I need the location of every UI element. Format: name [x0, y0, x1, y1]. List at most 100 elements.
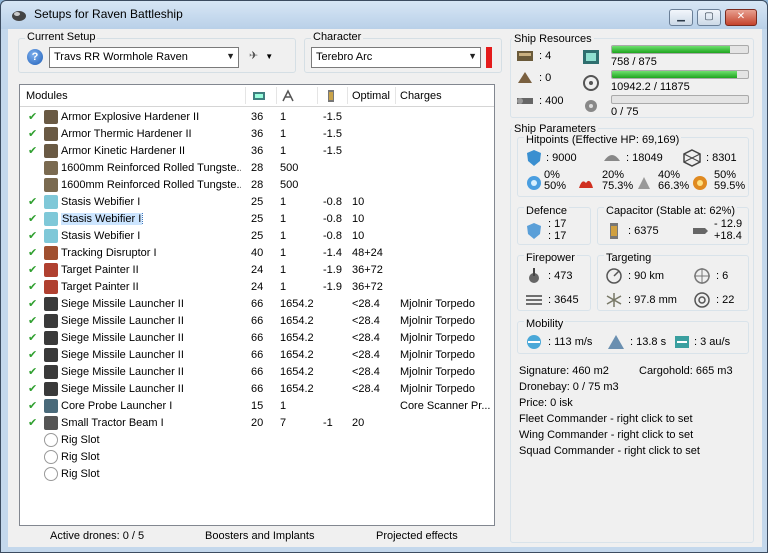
modules-header: Modules Optimal Charges	[20, 85, 494, 107]
boosters-implants-button[interactable]: Boosters and Implants	[205, 530, 314, 542]
online-check-icon[interactable]: ✔	[28, 331, 40, 344]
module-c2-cell: 1	[280, 400, 287, 412]
character-label: Character	[311, 31, 364, 43]
module-c2-cell: 1	[280, 230, 287, 242]
online-check-icon[interactable]: ✔	[28, 280, 40, 293]
module-c1-cell: 36	[251, 111, 264, 123]
max-targets-value: : 6	[716, 270, 729, 282]
modules-list[interactable]: Modules Optimal Charges ✔ Armor Explosive…	[19, 84, 495, 526]
fleet-commander-slot[interactable]: Fleet Commander - right click to set	[519, 413, 693, 425]
module-name: Armor Thermic Hardener II	[61, 128, 192, 140]
module-optimal-cell: <28.4	[352, 383, 380, 395]
module-row[interactable]: ✔ Stasis Webifier I 25 1 -0.8 10	[20, 228, 494, 245]
online-check-icon[interactable]: ✔	[28, 110, 40, 123]
module-row[interactable]: ✔ Small Tractor Beam I 20 7 -1 20	[20, 415, 494, 432]
module-icon	[44, 280, 58, 294]
minimize-button[interactable]: ▁	[669, 9, 693, 26]
module-row[interactable]: ✔ Core Probe Launcher I 15 1 Core Scanner Pr…	[20, 398, 494, 415]
module-c1-cell: 36	[251, 128, 264, 140]
online-check-icon[interactable]: ✔	[28, 212, 40, 225]
online-check-icon[interactable]: ✔	[28, 229, 40, 242]
maximize-button[interactable]: ▢	[697, 9, 721, 26]
module-row[interactable]: ✔ Armor Explosive Hardener II 36 1 -1.5	[20, 109, 494, 126]
module-name: 1600mm Reinforced Rolled Tungste...	[61, 179, 241, 191]
module-row[interactable]: 1600mm Reinforced Rolled Tungste... 28 500	[20, 177, 494, 194]
module-row[interactable]: ✔ Siege Missile Launcher II 66 1654.2 <28.4 M…	[20, 364, 494, 381]
module-optimal-cell: 48+24	[352, 247, 383, 259]
column-charges[interactable]: Charges	[400, 90, 442, 102]
module-row[interactable]: ✔ Target Painter II 24 1 -1.9 36+72	[20, 262, 494, 279]
column-modules[interactable]: Modules	[26, 90, 68, 102]
module-name: Siege Missile Launcher II	[61, 383, 184, 395]
module-c1-cell: 28	[251, 162, 264, 174]
module-row[interactable]: ✔ Armor Kinetic Hardener II 36 1 -1.5	[20, 143, 494, 160]
target-range-icon	[606, 268, 622, 284]
signature-text: Signature: 460 m2	[519, 365, 609, 377]
online-check-icon[interactable]: ✔	[28, 263, 40, 276]
module-row[interactable]: ✔ Siege Missile Launcher II 66 1654.2 <28.4 M…	[20, 330, 494, 347]
module-row[interactable]: ✔ Siege Missile Launcher II 66 1654.2 <28.4 M…	[20, 347, 494, 364]
setup-options-button[interactable]: ✈ ▼	[249, 49, 273, 62]
module-row[interactable]: ✔ Stasis Webifier I 25 1 -0.8 10	[20, 194, 494, 211]
structure-hp: : 8301	[706, 152, 737, 164]
structure-icon	[683, 149, 701, 167]
module-row[interactable]: Rig Slot	[20, 466, 494, 483]
drone-bandwidth-icon	[517, 98, 533, 104]
online-check-icon[interactable]: ✔	[28, 348, 40, 361]
close-button[interactable]: ✕	[725, 9, 757, 26]
module-c1-cell: 24	[251, 281, 264, 293]
module-charges-cell: Mjolnir Torpedo	[400, 366, 476, 378]
module-icon	[44, 110, 58, 124]
online-check-icon[interactable]: ✔	[28, 416, 40, 429]
ship-app-icon	[12, 11, 26, 21]
projected-effects-button[interactable]: Projected effects	[376, 530, 458, 542]
module-row[interactable]: ✔ Target Painter II 24 1 -1.9 36+72	[20, 279, 494, 296]
online-check-icon[interactable]: ✔	[28, 365, 40, 378]
online-check-icon[interactable]: ✔	[28, 144, 40, 157]
armor-hp: : 18049	[626, 152, 663, 164]
online-check-icon[interactable]: ✔	[28, 314, 40, 327]
module-c1-cell: 66	[251, 332, 264, 344]
firepower-value-2: : 3645	[548, 294, 579, 306]
active-drones-button[interactable]: Active drones: 0 / 5	[50, 530, 144, 542]
module-row[interactable]: ✔ Tracking Disruptor I 40 1 -1.4 48+24	[20, 245, 494, 262]
hi-slot-icon	[517, 51, 533, 61]
warp-speed-icon	[675, 336, 689, 348]
module-c2-cell: 1	[280, 281, 287, 293]
capacitor-icon	[610, 223, 618, 239]
online-check-icon[interactable]: ✔	[28, 246, 40, 259]
module-row[interactable]: ✔ Siege Missile Launcher II 66 1654.2 <28.4 M…	[20, 381, 494, 398]
module-name: Stasis Webifier I	[61, 213, 144, 225]
module-name: Armor Kinetic Hardener II	[61, 145, 186, 157]
module-row[interactable]: ✔ Siege Missile Launcher II 66 1654.2 <28.4 M…	[20, 313, 494, 330]
column-optimal[interactable]: Optimal	[352, 90, 390, 102]
online-check-icon[interactable]: ✔	[28, 382, 40, 395]
online-check-icon[interactable]: ✔	[28, 127, 40, 140]
module-icon	[44, 144, 58, 158]
module-row[interactable]: ✔ Armor Thermic Hardener II 36 1 -1.5	[20, 126, 494, 143]
setup-select[interactable]: Travs RR Wormhole Raven ▼	[49, 47, 239, 68]
online-check-icon[interactable]: ✔	[28, 195, 40, 208]
module-row[interactable]: ✔ Siege Missile Launcher II 66 1654.2 <28.4 M…	[20, 296, 494, 313]
module-name: 1600mm Reinforced Rolled Tungste...	[61, 162, 241, 174]
powergrid-column-icon[interactable]	[281, 89, 295, 103]
module-c2-cell: 1	[280, 145, 287, 157]
online-check-icon[interactable]: ✔	[28, 399, 40, 412]
firepower-value-1: : 473	[548, 270, 573, 282]
module-row[interactable]: Rig Slot	[20, 432, 494, 449]
max-targets-icon	[694, 268, 710, 284]
module-row[interactable]: 1600mm Reinforced Rolled Tungste... 28 500	[20, 160, 494, 177]
cpu-column-icon[interactable]	[252, 89, 266, 103]
squad-commander-slot[interactable]: Squad Commander - right click to set	[519, 445, 700, 457]
capacitor-column-icon[interactable]	[324, 89, 338, 103]
character-select[interactable]: Terebro Arc ▼	[311, 47, 481, 68]
align-time-value: : 13.8 s	[630, 336, 667, 348]
title-bar[interactable]: Setups for Raven Battleship ▁ ▢ ✕	[1, 1, 767, 29]
help-icon[interactable]: ?	[27, 49, 43, 65]
online-check-icon[interactable]: ✔	[28, 297, 40, 310]
skill-warning-flag[interactable]	[486, 47, 492, 68]
wing-commander-slot[interactable]: Wing Commander - right click to set	[519, 429, 693, 441]
module-row[interactable]: Rig Slot	[20, 449, 494, 466]
module-row[interactable]: ✔ Stasis Webifier I 25 1 -0.8 10	[20, 211, 494, 228]
targeting-title: Targeting	[604, 252, 654, 264]
